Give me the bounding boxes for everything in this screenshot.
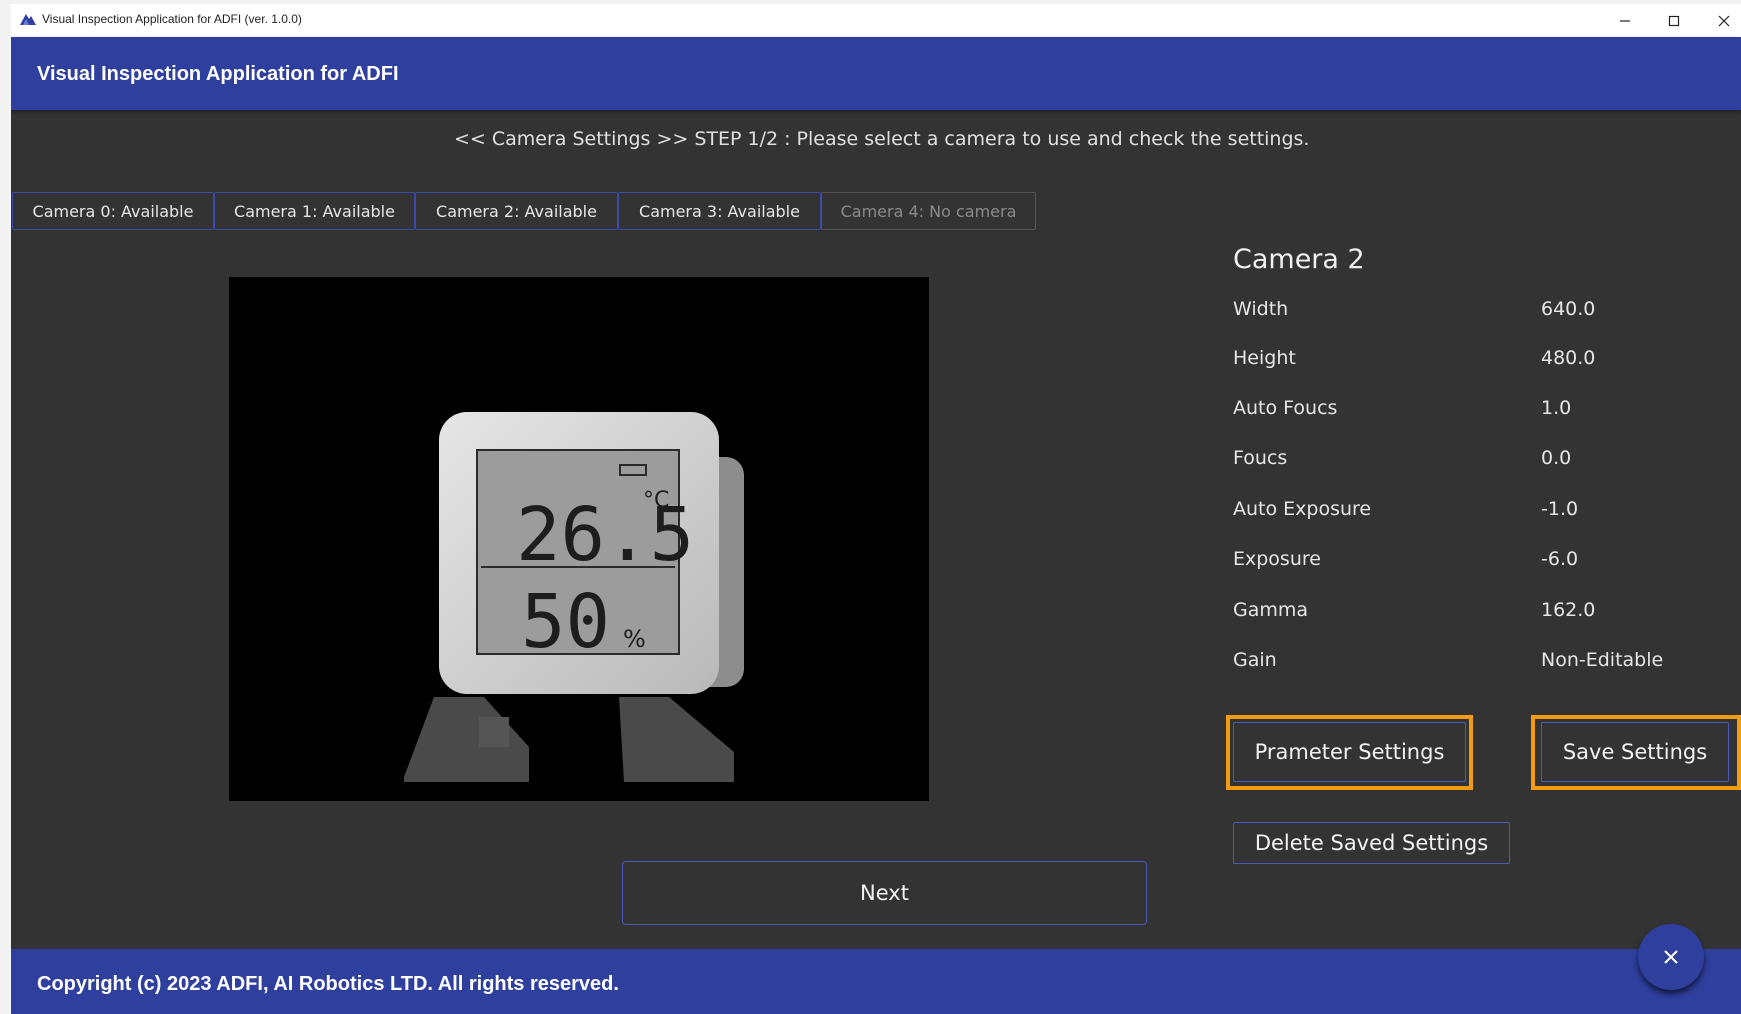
app-header: Visual Inspection Application for ADFI [11,37,1741,110]
tab-camera-1[interactable]: Camera 1: Available [214,192,415,230]
setting-label-width: Width [1233,298,1289,320]
setting-label-exposure: Exposure [1233,548,1321,570]
maximize-button[interactable] [1651,4,1697,37]
minimize-icon [1620,19,1630,22]
setting-label-auto-exposure: Auto Exposure [1233,498,1372,520]
app-logo-icon [20,14,36,25]
display-humidity: 50 [521,579,610,665]
setting-value-auto-exposure: -1.0 [1541,498,1579,520]
maximize-icon [1668,15,1680,26]
setting-value-width: 640.0 [1541,298,1596,320]
step-text: << Camera Settings >> STEP 1/2 : Please … [454,128,1310,150]
camera-preview: 26.5 °C 50 % [229,277,929,801]
parameter-settings-button[interactable]: Prameter Settings [1233,722,1466,782]
close-icon [1718,15,1730,26]
setting-label-auto-focus: Auto Foucs [1233,397,1338,419]
tab-camera-3[interactable]: Camera 3: Available [618,192,821,230]
window-title: Visual Inspection Application for ADFI (… [42,12,302,26]
tab-camera-4: Camera 4: No camera [821,192,1036,230]
display-humidity-unit: % [623,625,646,653]
app-footer: Copyright (c) 2023 ADFI, AI Robotics LTD… [11,949,1741,1014]
window-titlebar: Visual Inspection Application for ADFI (… [11,4,1741,37]
camera-tabs: Camera 0: Available Camera 1: Available … [12,192,1036,232]
app-title: Visual Inspection Application for ADFI [37,63,399,85]
setting-label-gamma: Gamma [1233,599,1309,621]
tab-camera-0[interactable]: Camera 0: Available [12,192,214,230]
setting-value-auto-focus: 1.0 [1541,397,1572,419]
save-settings-button[interactable]: Save Settings [1541,722,1729,782]
window-close-button[interactable] [1701,4,1741,37]
setting-label-gain: Gain [1233,649,1277,671]
setting-value-height: 480.0 [1541,347,1596,369]
copyright-text: Copyright (c) 2023 ADFI, AI Robotics LTD… [37,973,619,995]
next-button[interactable]: Next [622,861,1147,925]
display-temp-unit: °C [643,488,669,513]
setting-value-exposure: -6.0 [1541,548,1579,570]
tab-camera-2[interactable]: Camera 2: Available [415,192,618,230]
setting-value-gain: Non-Editable [1541,649,1664,671]
close-icon [1664,950,1678,964]
minimize-button[interactable] [1602,4,1648,37]
setting-label-focus: Foucs [1233,447,1288,469]
camera-title: Camera 2 [1233,244,1365,275]
setting-value-gamma: 162.0 [1541,599,1596,621]
app-window: Visual Inspection Application for ADFI (… [11,4,1741,1014]
setting-value-focus: 0.0 [1541,447,1572,469]
preview-image: 26.5 °C 50 % [229,277,929,801]
delete-saved-settings-button[interactable]: Delete Saved Settings [1233,822,1510,864]
fab-close-button[interactable] [1638,924,1704,990]
setting-label-height: Height [1233,347,1296,369]
